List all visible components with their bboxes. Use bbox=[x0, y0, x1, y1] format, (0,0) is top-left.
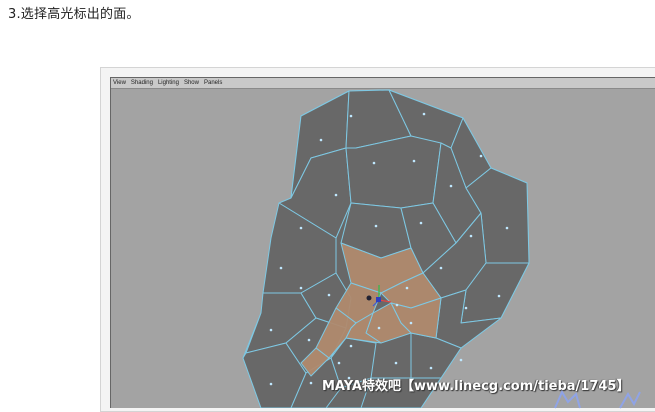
star-decoration-icon bbox=[554, 390, 641, 409]
polygon-mesh[interactable] bbox=[111, 78, 655, 408]
step-instruction: 3.选择高光标出的面。 bbox=[8, 7, 140, 22]
mesh-face bbox=[345, 135, 442, 209]
mesh-faces bbox=[242, 89, 530, 408]
maya-viewport[interactable]: View Shading Lighting Show Panels bbox=[110, 77, 655, 408]
